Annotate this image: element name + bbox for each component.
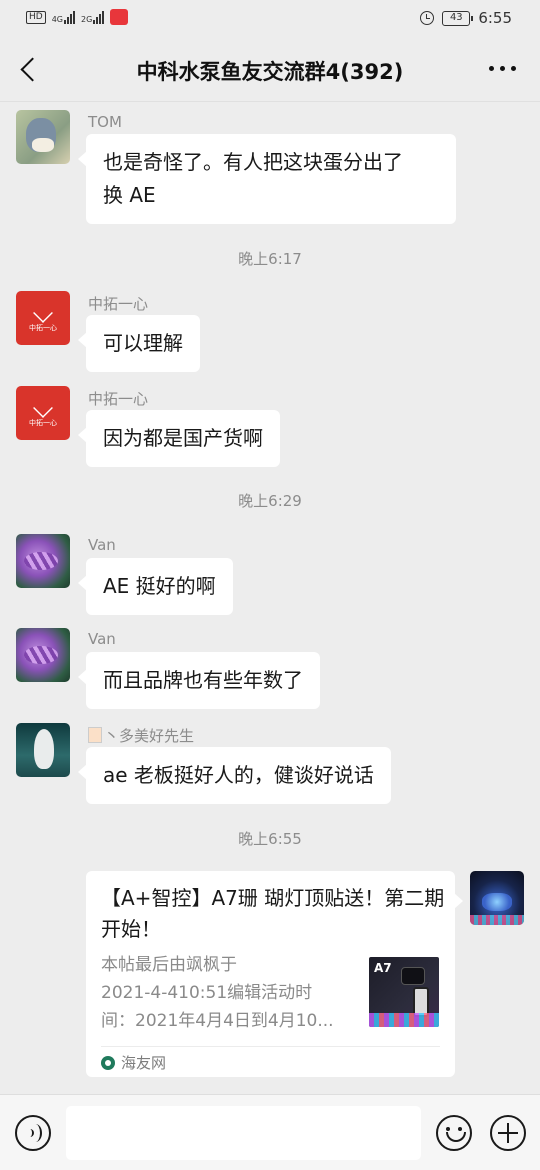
sender-name: TOM [88, 113, 122, 131]
plus-icon[interactable] [490, 1115, 526, 1151]
link-card-title: 【A+智控】A7珊 瑚灯顶贴送！第二期开始！ [101, 886, 445, 941]
more-options-icon[interactable] [489, 66, 516, 71]
link-card[interactable]: 【A+智控】A7珊 瑚灯顶贴送！第二期开始！ 本帖最后由飒枫于 2021-4-4… [86, 871, 463, 1077]
message-bubble[interactable]: ae 老板挺好人的，健谈好说话 [78, 747, 391, 804]
sender-name-text: 丶多美好先生 [104, 727, 195, 745]
timestamp: 晚上6:29 [238, 492, 302, 510]
status-bar: HD 4G 2G 43 6:55 [0, 0, 540, 38]
message-input[interactable] [66, 1106, 421, 1160]
message-bubble[interactable]: 也是奇怪了。有人把这块蛋分出了 换 AE [78, 134, 456, 224]
sender-name: 中拓一心 [88, 295, 149, 313]
message-bubble[interactable]: 可以理解 [78, 315, 200, 372]
avatar[interactable]: 中拓一心 [16, 386, 70, 440]
sender-name: 中拓一心 [88, 390, 149, 408]
alarm-icon [420, 11, 435, 25]
sender-name: Van [88, 536, 116, 554]
input-bar [0, 1094, 540, 1170]
sender-name: Van [88, 630, 116, 648]
chat-header: 中科水泵鱼友交流群4(392) [0, 38, 540, 102]
timestamp: 晚上6:17 [238, 250, 302, 268]
thumbnail-label: A7 [374, 961, 392, 975]
avatar[interactable] [16, 628, 70, 682]
avatar-text: 中拓一心 [29, 324, 57, 332]
source-logo-icon [101, 1056, 115, 1070]
source-name: 海友网 [121, 1054, 167, 1072]
message-list[interactable]: TOM 也是奇怪了。有人把这块蛋分出了 换 AE 晚上6:17 中拓一心 中拓一… [0, 103, 540, 1093]
sender-name: 丶多美好先生 [88, 725, 194, 746]
link-card-description: 本帖最后由飒枫于 2021-4-410:51编辑活动时 间：2021年4月4日到… [101, 955, 334, 1031]
divider [101, 1046, 440, 1047]
signal-4g-icon: 4G [52, 10, 75, 24]
emoji-icon[interactable] [436, 1115, 472, 1151]
reef-image [369, 1013, 439, 1027]
network-type-label: 2G [81, 15, 93, 24]
avatar-text: 中拓一心 [29, 419, 57, 427]
clock-time: 6:55 [478, 9, 512, 27]
avatar[interactable] [16, 110, 70, 164]
avatar[interactable] [16, 723, 70, 777]
lamp-image [401, 967, 425, 985]
network-type-label: 4G [51, 15, 63, 24]
message-bubble[interactable]: 因为都是国产货啊 [78, 410, 280, 467]
message-bubble[interactable]: AE 挺好的啊 [78, 558, 233, 615]
hd-indicator: HD [26, 10, 46, 24]
link-card-source: 海友网 [101, 1049, 166, 1077]
avatar[interactable] [16, 534, 70, 588]
chat-title: 中科水泵鱼友交流群4(392) [136, 60, 404, 84]
timestamp: 晚上6:55 [238, 830, 302, 848]
link-card-thumbnail: A7 [369, 957, 439, 1027]
voice-input-icon[interactable] [15, 1115, 51, 1151]
my-avatar[interactable] [470, 871, 524, 925]
notification-app-icon [110, 9, 129, 25]
emoji-icon [88, 727, 102, 743]
battery-icon: 43 [442, 10, 474, 26]
message-bubble[interactable]: 而且品牌也有些年数了 [78, 652, 320, 709]
signal-2g-icon: 2G [81, 10, 105, 24]
avatar[interactable]: 中拓一心 [16, 291, 70, 345]
